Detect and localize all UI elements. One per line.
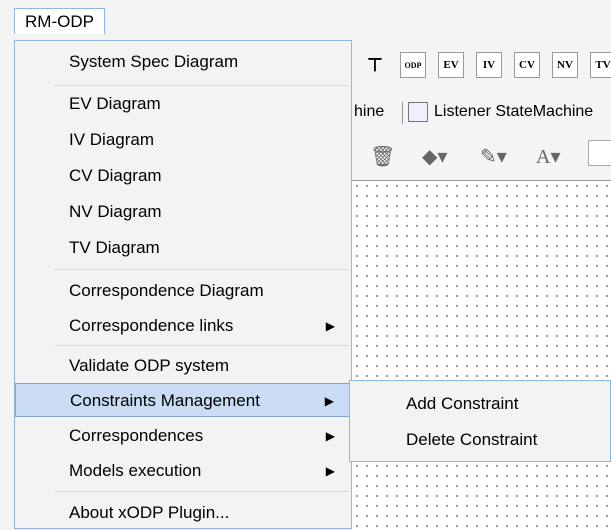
menu-item-label: System Spec Diagram [69,52,239,71]
pin-icon[interactable]: ⊤ [362,52,388,78]
tab-separator [402,102,403,124]
iv-icon[interactable]: IV [476,52,502,78]
menu-item-label: Constraints Management [70,391,260,410]
menubar: RM-ODP [0,0,611,40]
ev-icon[interactable]: EV [438,52,464,78]
submenu-item-add-constraint[interactable]: Add Constraint [350,387,610,421]
menu-item-label: Correspondence links [69,316,234,335]
menu-item-ev-diagram[interactable]: EV Diagram [15,87,351,121]
constraints-submenu: Add Constraint Delete Constraint [349,380,611,462]
menu-item-label: Correspondences [69,426,204,445]
menu-separator [55,345,349,346]
menu-item-correspondences[interactable]: Correspondences ▶ [15,419,351,453]
menu-item-label: Correspondence Diagram [69,281,264,300]
menu-item-label: Models execution [69,461,202,480]
menu-item-models-execution[interactable]: Models execution ▶ [15,454,351,488]
menu-item-correspondence-diagram[interactable]: Correspondence Diagram [15,274,351,308]
menu-rm-odp[interactable]: RM-ODP [14,8,105,34]
menu-item-constraints-management[interactable]: Constraints Management ▶ [15,383,351,417]
odp-icon[interactable]: ODP [400,52,426,78]
menu-item-validate-odp-system[interactable]: Validate ODP system [15,349,351,383]
menu-item-iv-diagram[interactable]: IV Diagram [15,123,351,157]
menu-item-label: TV Diagram [69,238,160,257]
menu-item-label: About xODP Plugin... [69,503,230,522]
editor-tabs: hine Listener StateMachine [352,96,611,130]
pencil-icon[interactable]: ✎▾ [480,144,507,169]
menu-separator [55,491,349,492]
format-toolbar: 🗑 ◆▾ ✎▾ A▾ [352,138,611,172]
menu-separator [55,269,349,270]
fill-color-icon[interactable]: ◆▾ [422,144,447,169]
menu-item-system-spec-diagram[interactable]: System Spec Diagram [15,45,351,79]
text-field[interactable] [588,140,611,166]
cv-icon[interactable]: CV [514,52,540,78]
menu-item-label: CV Diagram [69,166,162,185]
submenu-arrow-icon: ▶ [325,319,335,333]
submenu-arrow-icon: ▶ [324,394,334,408]
submenu-arrow-icon: ▶ [325,429,335,443]
diagram-toolbar: ⊤ ODP EV IV CV NV TV [362,52,611,80]
menu-item-label: EV Diagram [69,94,161,113]
menu-item-nv-diagram[interactable]: NV Diagram [15,195,351,229]
submenu-item-label: Delete Constraint [406,430,538,449]
statemachine-icon [408,102,428,122]
trash-icon[interactable]: 🗑 [370,144,395,169]
rm-odp-dropdown: System Spec Diagram EV Diagram IV Diagra… [14,40,352,529]
tab-listener-statemachine[interactable]: Listener StateMachine [434,103,593,121]
menu-item-about-xodp-plugin[interactable]: About xODP Plugin... [15,496,351,530]
menu-separator [55,85,349,86]
tab-statemachine-partial[interactable]: hine [354,103,384,121]
menu-item-cv-diagram[interactable]: CV Diagram [15,159,351,193]
font-color-icon[interactable]: A▾ [536,144,560,169]
menu-item-label: Validate ODP system [69,356,229,375]
submenu-arrow-icon: ▶ [325,464,335,478]
menu-item-label: NV Diagram [69,202,162,221]
menu-item-label: IV Diagram [69,130,155,149]
menu-item-tv-diagram[interactable]: TV Diagram [15,231,351,265]
submenu-item-label: Add Constraint [406,394,519,413]
submenu-item-delete-constraint[interactable]: Delete Constraint [350,423,610,457]
diagram-canvas[interactable] [352,180,611,530]
menu-item-correspondence-links[interactable]: Correspondence links ▶ [15,309,351,343]
tv-icon[interactable]: TV [590,52,611,78]
nv-icon[interactable]: NV [552,52,578,78]
